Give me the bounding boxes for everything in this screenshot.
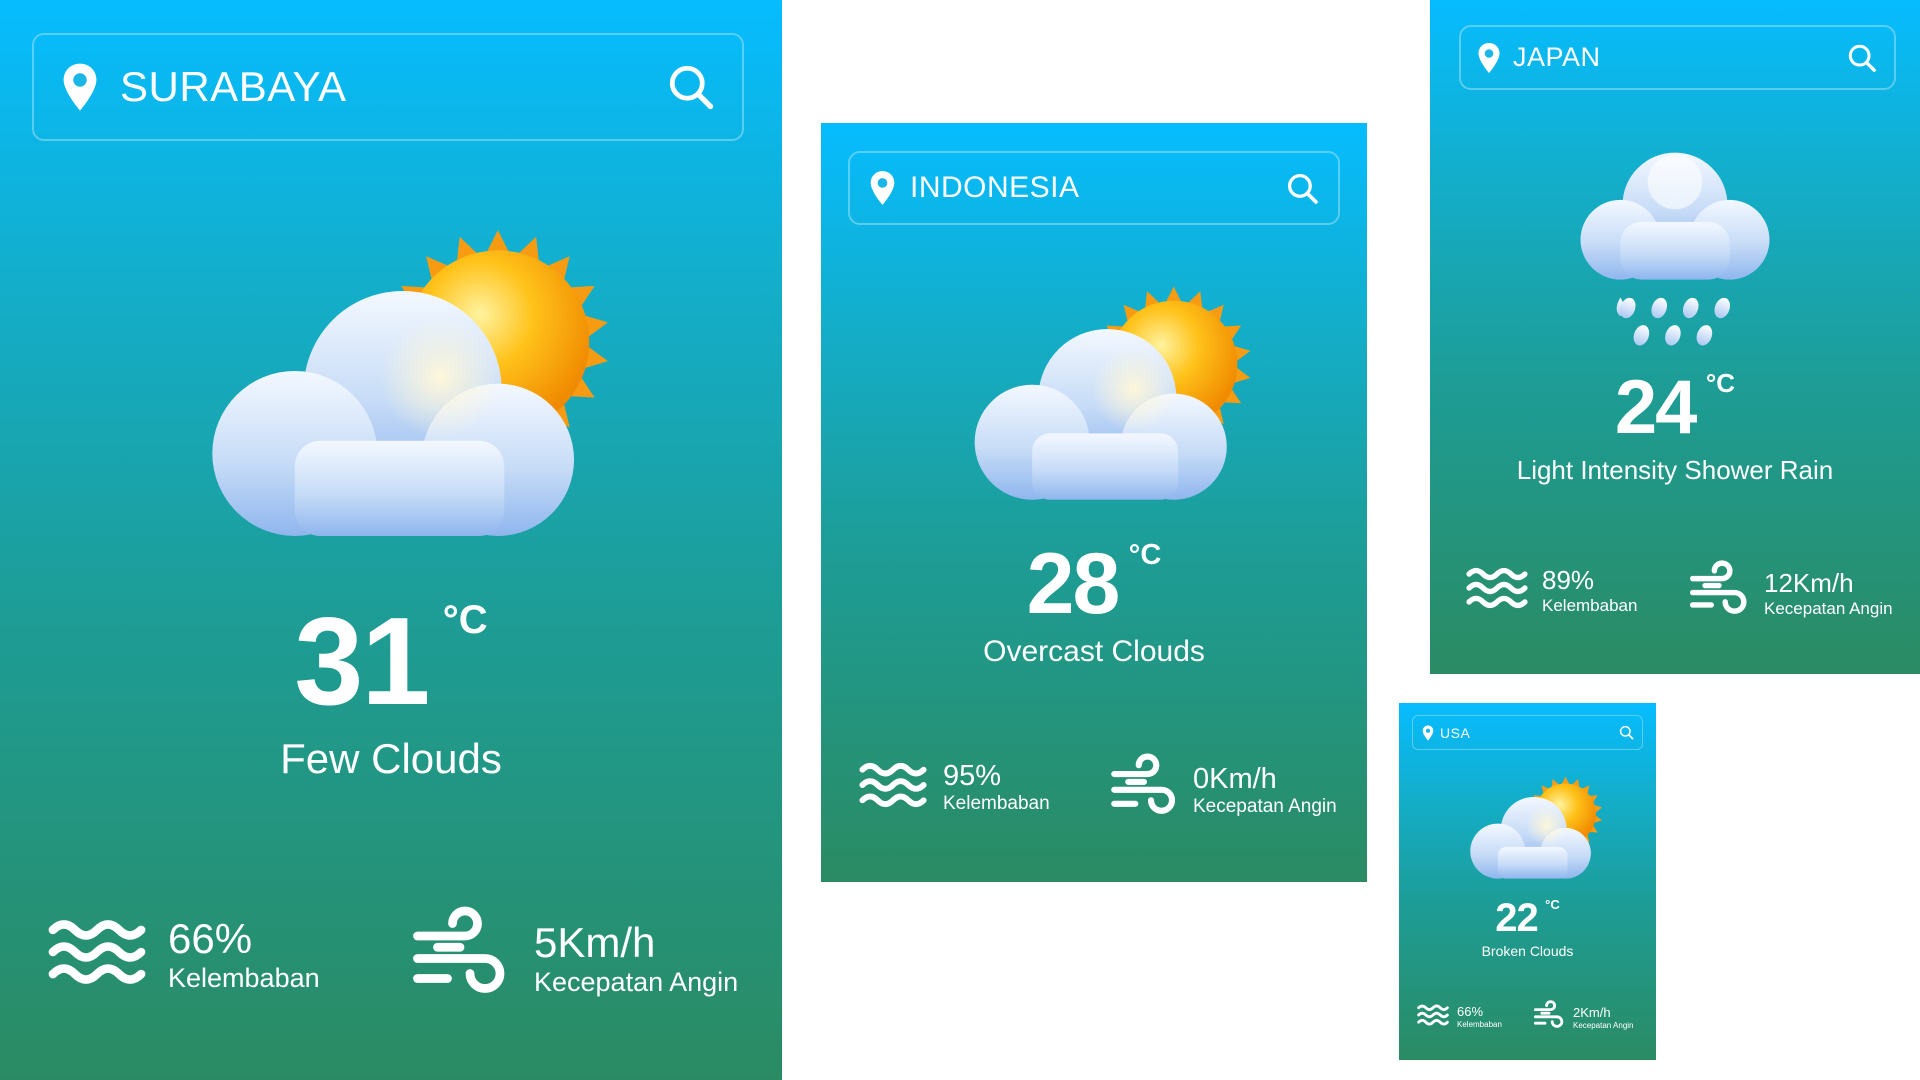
weather-card-usa: USA 22 °C Broken Clouds 66% Kelembaban 2…	[1399, 703, 1656, 1060]
temperature-value: 22	[1495, 896, 1538, 940]
temperature-unit: °C	[1545, 897, 1560, 912]
weather-condition: Overcast Clouds	[983, 635, 1205, 668]
location-pin-icon	[1477, 42, 1501, 74]
humidity-value: 89%	[1542, 565, 1595, 595]
search-icon[interactable]	[666, 62, 716, 112]
wind-stat: 0Km/h Kecepatan Angin	[1109, 753, 1337, 828]
wind-value: 5Km/h	[534, 918, 656, 966]
search-bar[interactable]: JAPAN	[1459, 25, 1896, 90]
weather-condition: Few Clouds	[280, 735, 502, 782]
humidity-label: Kelembaban	[1457, 1020, 1502, 1030]
humidity-waves-icon	[859, 760, 927, 815]
cloud-sun-icon	[946, 283, 1251, 513]
location-name[interactable]: USA	[1440, 725, 1618, 741]
temperature-value: 31	[294, 593, 430, 731]
humidity-waves-icon	[1417, 1003, 1449, 1032]
temperature-value: 24	[1614, 365, 1698, 450]
wind-label: Kecepatan Angin	[1764, 598, 1893, 618]
humidity-stat: 66% Kelembaban	[48, 915, 320, 994]
temperature-block: 31 °C	[0, 600, 782, 724]
weather-condition: Broken Clouds	[1481, 943, 1574, 959]
weather-card-indonesia: INDONESIA 28 °C Overcast Clouds 95% Kele…	[821, 123, 1367, 882]
rain-cloud-icon	[1570, 140, 1780, 350]
wind-stat: 12Km/h Kecepatan Angin	[1688, 560, 1893, 627]
weather-condition: Light Intensity Shower Rain	[1516, 455, 1834, 485]
wind-icon	[1109, 753, 1179, 828]
location-name[interactable]: INDONESIA	[910, 171, 1284, 205]
temperature-block: 22 °C	[1399, 898, 1656, 938]
search-icon[interactable]	[1284, 170, 1320, 206]
humidity-stat: 95% Kelembaban	[859, 760, 1050, 815]
weather-card-japan: JAPAN 24 °C Light Intensity Shower Rain …	[1430, 0, 1920, 674]
wind-icon	[1533, 1000, 1565, 1037]
humidity-stat: 66% Kelembaban	[1417, 1003, 1502, 1032]
location-name[interactable]: SURABAYA	[120, 63, 666, 111]
wind-label: Kecepatan Angin	[1193, 796, 1337, 818]
wind-value: 2Km/h	[1573, 1005, 1611, 1021]
wind-label: Kecepatan Angin	[534, 967, 739, 998]
humidity-label: Kelembaban	[943, 793, 1050, 815]
location-pin-icon	[868, 170, 896, 206]
few-clouds-icon	[170, 225, 610, 555]
search-icon[interactable]	[1846, 42, 1878, 74]
wind-value: 0Km/h	[1193, 762, 1277, 795]
search-bar[interactable]: USA	[1412, 715, 1643, 750]
humidity-value: 66%	[168, 915, 253, 962]
search-bar[interactable]: SURABAYA	[32, 33, 744, 141]
humidity-label: Kelembaban	[168, 963, 320, 994]
temperature-value: 28	[1026, 536, 1121, 632]
humidity-value: 66%	[1457, 1004, 1484, 1020]
temperature-unit: °C	[1705, 368, 1736, 398]
temperature-block: 24 °C	[1430, 370, 1920, 446]
humidity-waves-icon	[1466, 566, 1528, 615]
humidity-label: Kelembaban	[1542, 595, 1638, 615]
humidity-stat: 89% Kelembaban	[1466, 565, 1638, 615]
wind-value: 12Km/h	[1764, 567, 1854, 598]
humidity-waves-icon	[48, 917, 146, 992]
cloud-sun-icon	[1457, 775, 1602, 885]
weather-card-surabaya: SURABAYA 31 °C Few Clouds 66% Kelembaban…	[0, 0, 782, 1080]
wind-stat: 2Km/h Kecepatan Angin	[1533, 1000, 1634, 1037]
humidity-value: 95%	[943, 760, 1002, 792]
wind-icon	[410, 906, 510, 1011]
temperature-unit: °C	[442, 598, 488, 642]
wind-icon	[1688, 560, 1750, 627]
wind-label: Kecepatan Angin	[1573, 1021, 1634, 1031]
location-name[interactable]: JAPAN	[1513, 42, 1846, 73]
location-pin-icon	[60, 62, 100, 112]
wind-stat: 5Km/h Kecepatan Angin	[410, 906, 738, 1011]
search-bar[interactable]: INDONESIA	[848, 151, 1340, 225]
location-pin-icon	[1421, 724, 1434, 741]
temperature-block: 28 °C	[821, 539, 1367, 628]
temperature-unit: °C	[1128, 539, 1162, 571]
search-icon[interactable]	[1618, 725, 1634, 741]
